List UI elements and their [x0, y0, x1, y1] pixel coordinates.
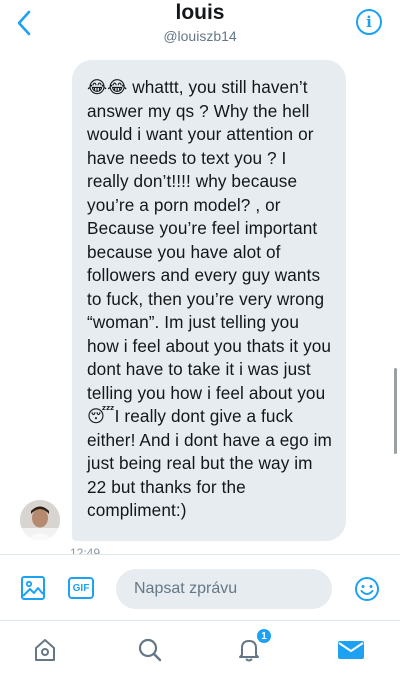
- emoji-button[interactable]: [354, 576, 380, 602]
- mail-icon: [338, 641, 364, 659]
- tab-messages[interactable]: [336, 635, 366, 665]
- contact-handle: @louiszb14: [163, 28, 237, 44]
- home-icon: [35, 639, 55, 661]
- message-composer: GIF: [0, 554, 400, 620]
- message-text-part2: I really dont give a fuck either! And i …: [87, 406, 332, 520]
- bottom-tab-bar: 1: [0, 620, 400, 680]
- notification-badge: 1: [256, 628, 272, 644]
- scrollbar[interactable]: [394, 368, 397, 454]
- add-photo-button[interactable]: [20, 575, 46, 601]
- sleeping-emoji: 😴: [87, 406, 115, 426]
- message-thread[interactable]: 😂😂 whattt, you still haven’t answer my q…: [0, 52, 400, 554]
- emoji-icon: [355, 577, 379, 601]
- tab-home[interactable]: [30, 635, 60, 665]
- search-icon: [138, 638, 162, 662]
- image-icon: [21, 576, 45, 600]
- contact-name[interactable]: louis: [0, 1, 400, 25]
- message-timestamp: 12:49: [70, 546, 101, 554]
- message-text-part1: whattt, you still haven’t answer my qs ?…: [87, 77, 332, 403]
- message-bubble[interactable]: 😂😂 whattt, you still haven’t answer my q…: [72, 60, 346, 541]
- conversation-header: louis @louiszb14 i: [0, 0, 400, 52]
- gif-button[interactable]: GIF: [68, 577, 94, 599]
- message-input[interactable]: [116, 569, 332, 609]
- laughing-emoji: 😂😂: [87, 77, 128, 97]
- avatar-photo: [20, 500, 60, 540]
- info-button[interactable]: i: [356, 9, 382, 35]
- avatar[interactable]: [20, 500, 60, 540]
- gif-icon: GIF: [72, 582, 90, 594]
- tab-search[interactable]: [135, 635, 165, 665]
- info-icon: i: [366, 13, 372, 31]
